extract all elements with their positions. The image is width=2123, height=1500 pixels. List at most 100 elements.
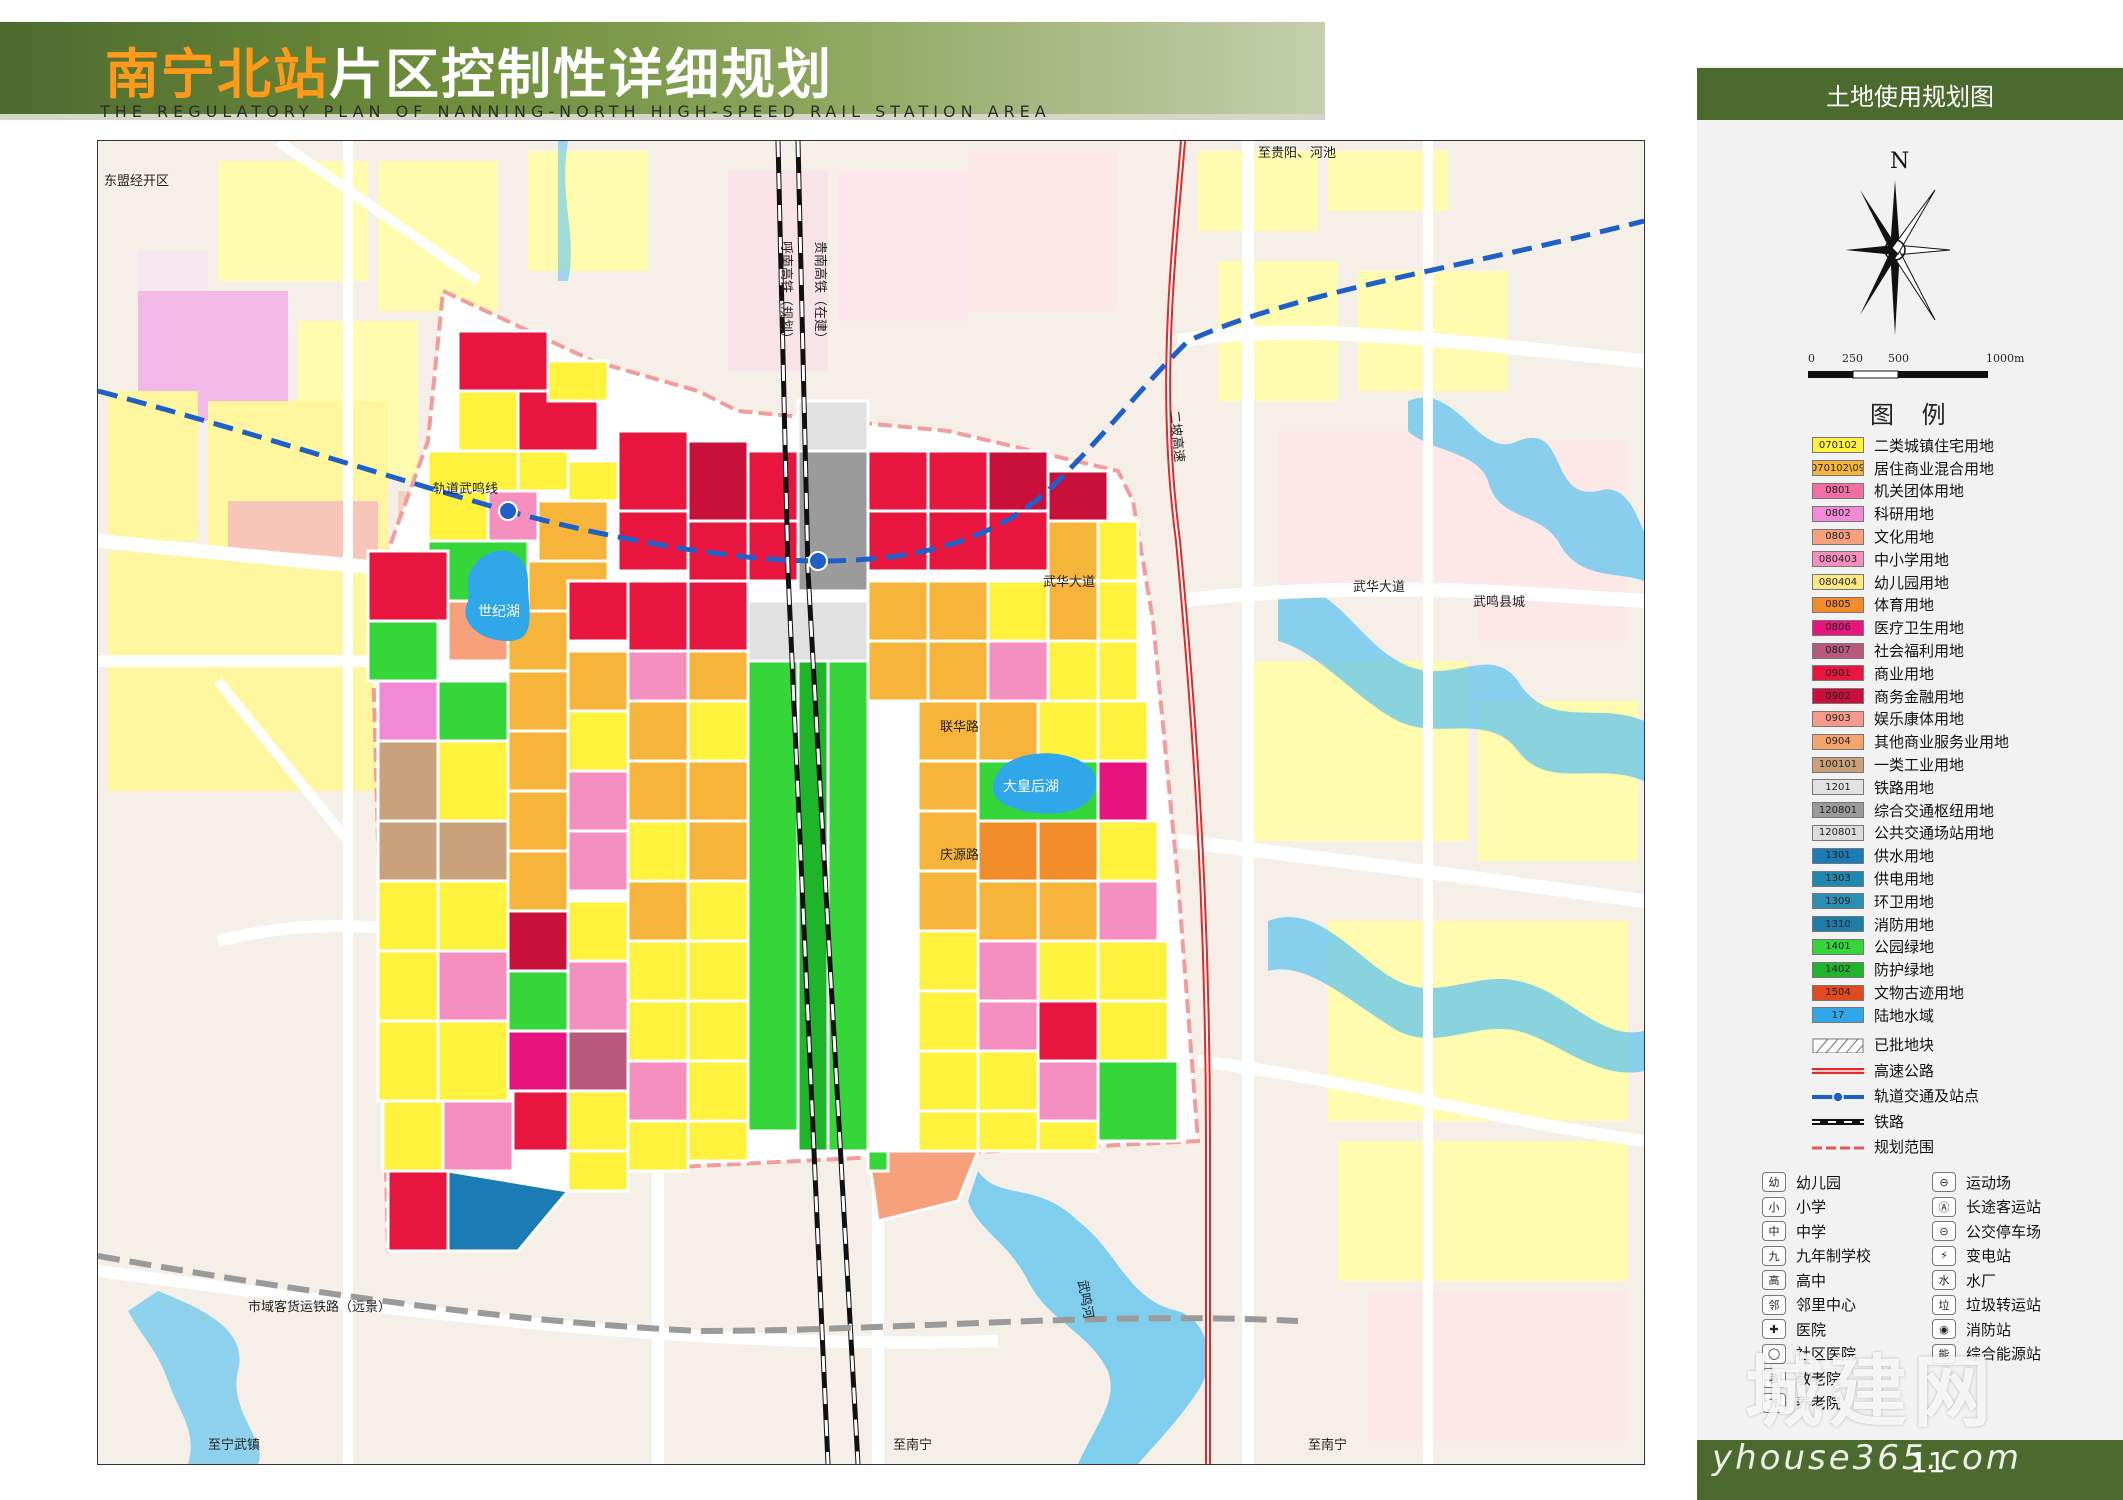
facility-symbol-icon: ⊝ [1932, 1221, 1956, 1242]
facility-row: 幼幼儿园 ⊖ 运动场 [1762, 1170, 2102, 1195]
legend-row: 120801 综合交通枢纽用地 [1812, 799, 2112, 822]
north-label: N [1890, 150, 1909, 174]
label-to-nanning-2: 至南宁 [1308, 1437, 1347, 1453]
land-use-map[interactable]: 东盟经开区 轨道武鸣线 世纪湖 大皇后湖 至贵阳、河池 武鸣县城 至南宁 至南宁… [97, 140, 1645, 1465]
legend-row: 1310 消防用地 [1812, 913, 2112, 936]
legend-swatch: 0803 [1812, 528, 1864, 545]
legend-swatch: 1309 [1812, 893, 1864, 910]
label-huhe-hsr: 呼南高铁（规划） [778, 241, 794, 345]
legend-row: 1401 公园绿地 [1812, 936, 2112, 959]
label-to-nanning-1: 至南宁 [893, 1437, 932, 1453]
map-canvas[interactable]: 东盟经开区 轨道武鸣线 世纪湖 大皇后湖 至贵阳、河池 武鸣县城 至南宁 至南宁… [98, 141, 1644, 1464]
scale-bar: 0 250 500 1000m [1808, 352, 2024, 385]
legend-label: 文物古迹用地 [1874, 984, 1965, 1003]
legend-panel-heading: 土地使用规划图 [1697, 68, 2123, 120]
facility-label: 高中 [1796, 1271, 1827, 1290]
line-legend: 已批地块 高速公路 轨道交通及站点 铁路 规划范围 [1812, 1032, 2112, 1160]
legend-row: 17 陆地水域 [1812, 1004, 2112, 1027]
legend-row: 0801 机关团体用地 [1812, 480, 2112, 503]
highway-symbol-icon [1812, 1068, 1864, 1075]
label-regional-rail: 市域客货运铁路（远景） [248, 1299, 391, 1315]
legend-swatch: 100101 [1812, 756, 1864, 773]
legend-row: 1301 供水用地 [1812, 844, 2112, 867]
legend-label: 陆地水域 [1874, 1006, 1935, 1025]
label-metro-line: 轨道武鸣线 [433, 481, 498, 497]
legend-label: 娱乐康体用地 [1874, 710, 1965, 729]
facility-row: 高高中水水厂 [1762, 1268, 2102, 1293]
scale-tick-1000: 1000m [1986, 352, 2025, 365]
facility-symbol-icon: 高 [1762, 1270, 1786, 1291]
facility-row: 九九年制学校 ⚡ 变电站 [1762, 1244, 2102, 1269]
facility-cell: 高高中 [1762, 1270, 1932, 1291]
legend-label: 供电用地 [1874, 870, 1935, 889]
legend-label: 二类城镇住宅用地 [1874, 436, 1995, 455]
legend-label: 居住商业混合用地 [1874, 459, 1995, 478]
legend-label: 商务金融用地 [1874, 687, 1965, 706]
legend-swatch: 0802 [1812, 505, 1864, 522]
legend-swatch: 0901 [1812, 665, 1864, 682]
facility-row: 中中学 ⊝ 公交停车场 [1762, 1219, 2102, 1244]
legend-label: 科研用地 [1874, 505, 1935, 524]
legend-swatch: 0801 [1812, 482, 1864, 499]
line-legend-label: 已批地块 [1874, 1036, 1935, 1055]
north-arrow-icon: N [1845, 150, 1951, 335]
line-legend-row: 铁路 [1812, 1109, 2112, 1135]
legend-row: 120801 公共交通场站用地 [1812, 822, 2112, 845]
legend-label: 公共交通场站用地 [1874, 824, 1995, 843]
legend-title: 图 例 [1870, 401, 1956, 429]
legend-swatch: 1301 [1812, 847, 1864, 864]
legend-swatch: 0903 [1812, 710, 1864, 727]
facility-symbol-icon: 幼 [1762, 1172, 1786, 1193]
legend-row: 0903 娱乐康体用地 [1812, 708, 2112, 731]
legend-label: 供水用地 [1874, 847, 1935, 866]
label-wuhua-avenue-east: 武华大道 [1353, 580, 1405, 595]
facility-cell: ⚡ 变电站 [1932, 1245, 2102, 1266]
facility-cell: 幼幼儿园 [1762, 1172, 1932, 1193]
land-use-legend: 070102 二类城镇住宅用地 070102\09 居住商业混合用地 0801 机关团体用… [1812, 434, 2112, 1027]
legend-swatch: 080404 [1812, 574, 1864, 591]
legend-row: 0805 体育用地 [1812, 594, 2112, 617]
legend-swatch: 1310 [1812, 916, 1864, 933]
legend-swatch: 1303 [1812, 870, 1864, 887]
facility-label: 变电站 [1966, 1247, 2012, 1266]
legend-row: 100101 一类工业用地 [1812, 753, 2112, 776]
legend-swatch: 1504 [1812, 984, 1864, 1001]
legend-row: 1309 环卫用地 [1812, 890, 2112, 913]
legend-row: 080403 中小学用地 [1812, 548, 2112, 571]
facility-cell: 垃垃圾转运站 [1932, 1294, 2102, 1315]
label-dahuanghouhu: 大皇后湖 [1003, 779, 1059, 795]
line-legend-row: 高速公路 [1812, 1058, 2112, 1084]
line-legend-label: 铁路 [1874, 1112, 1905, 1131]
legend-swatch: 070102 [1812, 437, 1864, 454]
label-wuming-county: 武鸣县城 [1473, 594, 1525, 610]
facility-symbol-icon: 水 [1932, 1270, 1956, 1291]
legend-swatch: 0807 [1812, 642, 1864, 659]
facility-symbol-icon: ⚡ [1932, 1245, 1956, 1266]
legend-label: 防护绿地 [1874, 961, 1935, 980]
legend-label: 文化用地 [1874, 528, 1935, 547]
facility-symbol-icon: ⊖ [1932, 1172, 1956, 1193]
facility-label: 水厂 [1966, 1271, 1997, 1290]
watermark-url: yhouse365.com [1712, 1438, 2022, 1478]
legend-swatch: 1401 [1812, 938, 1864, 955]
boundary-symbol-icon [1812, 1146, 1864, 1150]
page-subtitle-en: THE REGULATORY PLAN OF NANNING-NORTH HIG… [100, 102, 1051, 121]
legend-swatch: 0805 [1812, 596, 1864, 613]
legend-row: 1303 供电用地 [1812, 867, 2112, 890]
legend-row: 0901 商业用地 [1812, 662, 2112, 685]
legend-row: 1201 铁路用地 [1812, 776, 2112, 799]
legend-label: 综合交通枢纽用地 [1874, 801, 1995, 820]
facility-label: 公交停车场 [1966, 1222, 2042, 1241]
label-qingyuan-road: 庆源路 [940, 847, 979, 863]
legend-swatch: 0902 [1812, 688, 1864, 705]
label-shijihu: 世纪湖 [478, 604, 520, 620]
legend-label: 消防用地 [1874, 915, 1935, 934]
legend-row: 0802 科研用地 [1812, 502, 2112, 525]
facility-label: 九年制学校 [1796, 1247, 1872, 1266]
line-legend-label: 高速公路 [1874, 1061, 1935, 1080]
facility-symbol-icon: 九 [1762, 1245, 1786, 1266]
legend-row: 0806 医疗卫生用地 [1812, 616, 2112, 639]
facility-label: 垃圾转运站 [1966, 1296, 2042, 1315]
title-rest: 片区控制性详细规划 [329, 43, 833, 106]
label-dongmeng: 东盟经开区 [104, 174, 169, 189]
